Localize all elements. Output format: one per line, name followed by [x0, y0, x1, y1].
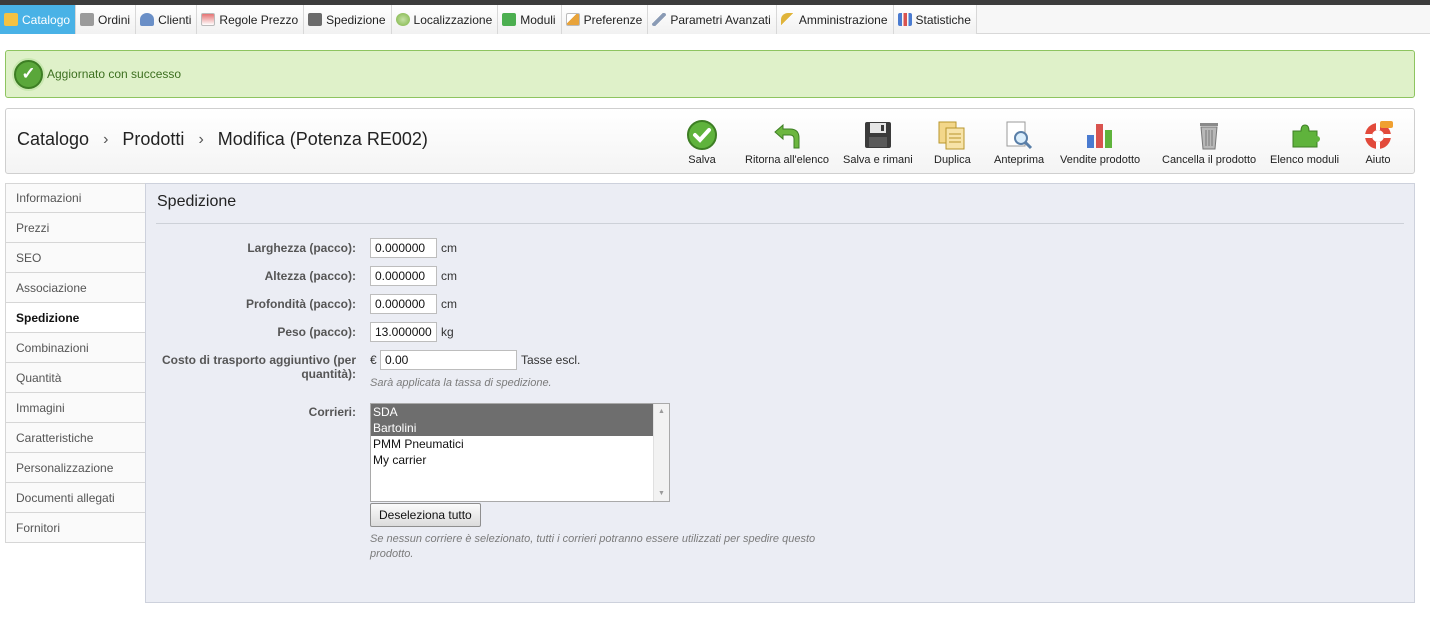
menu-item-quantita[interactable]: Quantità: [5, 363, 146, 393]
listbox-scrollbar[interactable]: ▲ ▼: [653, 404, 669, 501]
scroll-down-arrow-icon[interactable]: ▼: [658, 490, 665, 497]
carrier-option-sda[interactable]: SDA: [371, 404, 653, 420]
preview-button[interactable]: Anteprima: [994, 119, 1044, 166]
tab-parametri-avanzati[interactable]: Parametri Avanzati: [648, 5, 777, 34]
help-button[interactable]: Aiuto: [1362, 119, 1394, 166]
breadcrumb-separator: ›: [103, 130, 109, 148]
weight-unit: kg: [441, 325, 454, 339]
height-input[interactable]: [370, 266, 437, 286]
modules-list-button[interactable]: Elenco moduli: [1270, 119, 1339, 166]
menu-item-combinazioni[interactable]: Combinazioni: [5, 333, 146, 363]
title-divider: [156, 223, 1404, 224]
tab-preferenze[interactable]: Preferenze: [561, 5, 649, 34]
carrier-option-my-carrier[interactable]: My carrier: [371, 452, 653, 468]
height-label: Altezza (pacco):: [264, 269, 356, 283]
check-circle-icon: [686, 119, 718, 151]
bar-chart-icon: [897, 13, 912, 26]
deselect-all-button[interactable]: Deseleziona tutto: [370, 503, 481, 527]
width-unit: cm: [441, 241, 457, 255]
wrench-icon: [652, 13, 667, 26]
width-label: Larghezza (pacco):: [247, 241, 356, 255]
return-arrow-icon: [771, 119, 803, 151]
carriers-listbox[interactable]: SDA Bartolini PMM Pneumatici My carrier …: [370, 403, 670, 502]
extra-cost-label-line1: Costo di trasporto aggiuntivo (per: [162, 353, 356, 367]
save-button[interactable]: Salva: [686, 119, 718, 166]
cart-icon: [80, 13, 95, 26]
carriers-hint-line2: prodotto.: [370, 548, 414, 560]
menu-item-informazioni[interactable]: Informazioni: [5, 183, 146, 213]
menu-item-seo[interactable]: SEO: [5, 243, 146, 273]
user-icon: [140, 13, 155, 26]
page-toolbar: Catalogo › Prodotti › Modifica (Potenza …: [5, 108, 1415, 174]
depth-unit: cm: [441, 297, 457, 311]
tab-regole-prezzo[interactable]: Regole Prezzo: [197, 5, 305, 34]
carriers-hint-line1: Se nessun corriere è selezionato, tutti …: [370, 533, 816, 545]
bar-chart-icon: [1084, 119, 1116, 151]
copy-documents-icon: [936, 119, 968, 151]
carrier-option-bartolini[interactable]: Bartolini: [371, 420, 653, 436]
product-sales-button[interactable]: Vendite prodotto: [1060, 119, 1140, 166]
menu-item-caratteristiche[interactable]: Caratteristiche: [5, 423, 146, 453]
tab-localizzazione[interactable]: Localizzazione: [391, 5, 499, 34]
width-input[interactable]: [370, 238, 437, 258]
scroll-up-arrow-icon[interactable]: ▲: [658, 408, 665, 415]
breadcrumb-catalogo[interactable]: Catalogo: [17, 129, 89, 150]
menu-item-personalizzazione[interactable]: Personalizzazione: [5, 453, 146, 483]
floppy-disk-icon: [862, 119, 894, 151]
folder-icon: [4, 13, 18, 26]
tab-spedizione[interactable]: Spedizione: [304, 5, 392, 34]
shipping-panel: Spedizione Larghezza (pacco): cm Altezza…: [145, 183, 1415, 603]
key-icon: [780, 13, 795, 26]
breadcrumb: Catalogo › Prodotti › Modifica (Potenza …: [17, 129, 428, 150]
menu-item-spedizione[interactable]: Spedizione: [5, 303, 146, 333]
price-rules-icon: [201, 13, 216, 26]
save-and-stay-button[interactable]: Salva e rimani: [843, 119, 913, 166]
checkmark-icon: ✓: [14, 59, 43, 89]
weight-input[interactable]: [370, 322, 437, 342]
preferences-icon: [565, 13, 580, 26]
truck-icon: [308, 13, 323, 26]
success-message: Aggiornato con successo: [47, 67, 182, 81]
page-title: Modifica (Potenza RE002): [217, 129, 428, 149]
success-alert: ✓ Aggiornato con successo: [5, 50, 1415, 98]
tax-excluded-note: Tasse escl.: [521, 353, 581, 367]
extra-cost-label-line2: quantità):: [301, 367, 356, 381]
back-to-list-button[interactable]: Ritorna all'elenco: [745, 119, 829, 166]
tab-moduli[interactable]: Moduli: [498, 5, 562, 34]
menu-item-fornitori[interactable]: Fornitori: [5, 513, 146, 543]
main-navigation: Catalogo Ordini Clienti Regole Prezzo Sp…: [0, 5, 1430, 34]
trash-icon: [1193, 119, 1225, 151]
weight-label: Peso (pacco):: [277, 325, 356, 339]
tab-clienti[interactable]: Clienti: [136, 5, 198, 34]
duplicate-button[interactable]: Duplica: [934, 119, 971, 166]
tax-hint: Sarà applicata la tassa di spedizione.: [370, 377, 552, 389]
carrier-option-pmm-pneumatici[interactable]: PMM Pneumatici: [371, 436, 653, 452]
menu-item-prezzi[interactable]: Prezzi: [5, 213, 146, 243]
breadcrumb-separator: ›: [198, 130, 204, 148]
depth-input[interactable]: [370, 294, 437, 314]
currency-symbol: €: [370, 353, 377, 367]
delete-product-button[interactable]: Cancella il prodotto: [1162, 119, 1256, 166]
tab-statistiche[interactable]: Statistiche: [893, 5, 977, 34]
extra-cost-input[interactable]: [380, 350, 517, 370]
breadcrumb-prodotti[interactable]: Prodotti: [122, 129, 184, 150]
menu-item-immagini[interactable]: Immagini: [5, 393, 146, 423]
lifebuoy-icon: [1362, 119, 1394, 151]
section-title: Spedizione: [157, 193, 237, 210]
puzzle-icon: [502, 13, 517, 26]
tab-amministrazione[interactable]: Amministrazione: [776, 5, 894, 34]
globe-icon: [395, 13, 410, 26]
tab-ordini[interactable]: Ordini: [76, 5, 137, 34]
menu-item-associazione[interactable]: Associazione: [5, 273, 146, 303]
puzzle-icon: [1289, 119, 1321, 151]
carriers-label: Corrieri:: [308, 405, 356, 419]
menu-item-documenti-allegati[interactable]: Documenti allegati: [5, 483, 146, 513]
depth-label: Profondità (pacco):: [246, 297, 356, 311]
product-tabs-menu: Informazioni Prezzi SEO Associazione Spe…: [5, 183, 146, 543]
tab-catalogo[interactable]: Catalogo: [0, 5, 77, 34]
height-unit: cm: [441, 269, 457, 283]
magnifier-document-icon: [1003, 119, 1035, 151]
